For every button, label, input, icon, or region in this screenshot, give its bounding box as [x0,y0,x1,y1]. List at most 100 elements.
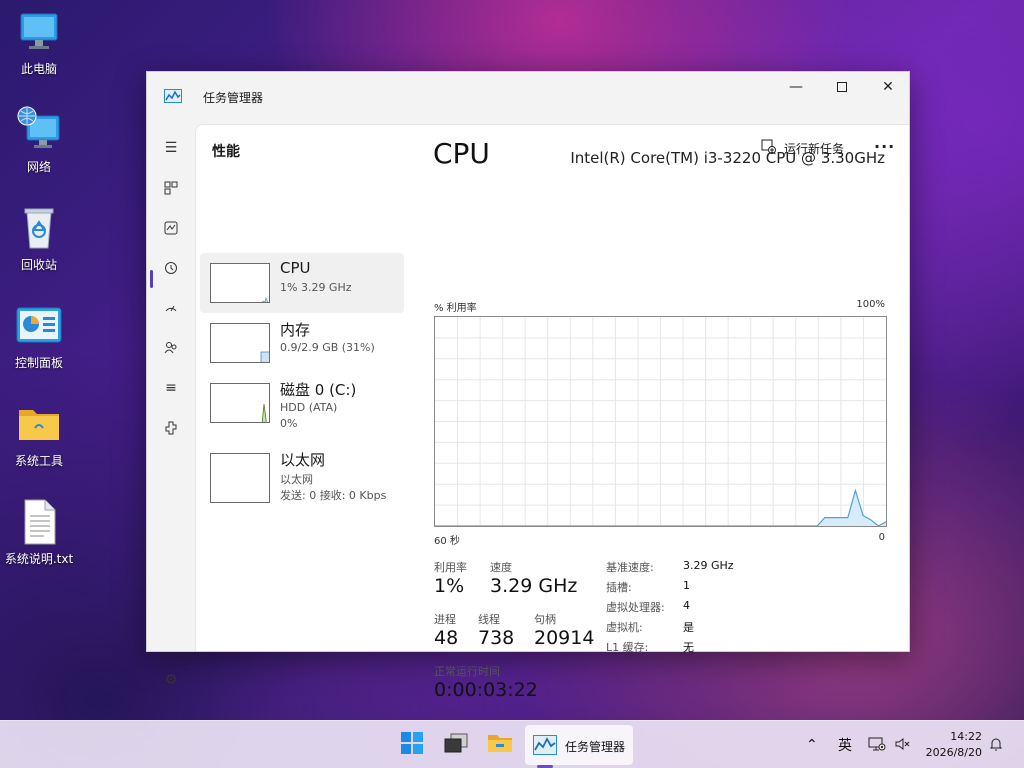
recycle-bin-icon [15,204,63,252]
taskbar-app-label: 任务管理器 [565,740,626,754]
close-button[interactable]: ✕ [865,72,911,102]
desktop-icon-label: 此电脑 [20,62,57,76]
ime-label: 英 [838,738,852,754]
details-icon[interactable]: ≡ [161,378,181,398]
desktop-icon-label: 系统说明.txt [4,552,74,566]
network-disconnected-icon [868,736,886,755]
desktop-icon-label: 系统工具 [14,454,63,468]
resource-name: CPU [280,259,311,277]
control-panel-icon [15,302,63,350]
disk-thumbnail-graph [210,383,270,423]
resource-item-cpu[interactable]: CPU 1% 3.29 GHz [200,253,404,313]
chevron-up-icon: ⌃ [806,737,818,753]
cpu-utilization-graph [434,316,887,527]
resource-detail-2: 发送: 0 接收: 0 Kbps [280,489,387,502]
ethernet-thumbnail-graph [210,453,270,503]
resource-detail-2: 0% [280,417,298,430]
desktop-icon-readme[interactable]: 系统说明.txt [4,498,74,567]
resource-detail: 0.9/2.9 GB (31%) [280,341,375,354]
close-icon: ✕ [882,79,894,95]
folder-icon [15,400,63,448]
file-explorer-button[interactable] [484,725,516,765]
resource-item-ethernet[interactable]: 以太网 以太网 发送: 0 接收: 0 Kbps [200,443,404,503]
memory-thumbnail-graph [210,323,270,363]
resource-name: 磁盘 0 (C:) [280,381,357,399]
network-status-button[interactable] [868,721,886,768]
performance-icon[interactable] [161,218,181,238]
network-icon [15,106,63,154]
resource-detail: 1% 3.29 GHz [280,281,352,294]
performance-page: 性能 运行新任务 ··· CPU 1% 3.29 GHz 内存 0.9/2.9 … [195,124,909,701]
desktop-icon-control-panel[interactable]: 控制面板 [4,302,74,371]
task-view-button[interactable] [440,725,472,765]
processes-label: 进程 [434,613,456,626]
resource-detail: HDD (ATA) [280,401,338,414]
notifications-button[interactable] [988,721,1004,768]
start-button[interactable] [396,725,428,765]
resource-item-memory[interactable]: 内存 0.9/2.9 GB (31%) [200,313,404,373]
detail-heading: CPU [433,137,490,170]
show-hidden-icons-button[interactable]: ⌃ [806,721,818,768]
speed-label: 速度 [490,561,512,574]
spec-value: 是 [683,621,694,634]
settings-icon[interactable]: ⚙ [161,670,181,690]
desktop-icon-label: 网络 [26,160,51,174]
resource-name: 内存 [280,321,311,339]
task-manager-icon [533,735,557,759]
volume-button[interactable] [894,721,912,768]
spec-key: 基准速度: [606,561,654,574]
graph-x-right: 0 [878,532,885,543]
desktop-icon-label: 回收站 [20,258,57,272]
spec-value: 无 [683,641,694,654]
ime-indicator[interactable]: 英 [838,721,852,768]
text-file-icon [15,498,63,546]
desktop-icon-label: 控制面板 [14,356,63,370]
cpu-model-name: Intel(R) Core(TM) i3-3220 CPU @ 3.30GHz [570,149,885,167]
graph-y-max: 100% [856,299,885,310]
spec-value: 3.29 GHz [683,559,734,572]
app-history-icon[interactable] [161,258,181,278]
spec-key: 虚拟机: [606,621,643,634]
nav-rail: ☰ ≡ ⚙ [147,122,195,688]
utilization-label: 利用率 [434,561,467,574]
uptime-value: 0:00:03:22 [434,679,538,701]
nav-active-indicator [150,270,153,288]
task-view-icon [443,732,469,758]
clock-date: 2026/8/20 [925,746,982,759]
maximize-button[interactable] [819,72,865,102]
hamburger-menu-icon[interactable]: ☰ [161,138,181,158]
desktop-icon-system-tools[interactable]: 系统工具 [4,400,74,469]
desktop-icon-recycle-bin[interactable]: 回收站 [4,204,74,273]
desktop-icon-network[interactable]: 网络 [4,106,74,175]
minimize-button[interactable]: — [773,72,819,102]
maximize-icon [837,82,847,92]
services-icon[interactable] [161,418,181,438]
title-bar[interactable]: 任务管理器 — ✕ [147,72,909,122]
spec-key: 虚拟处理器: [606,601,665,614]
taskbar: 任务管理器 ⌃ 英 14:22 2026/8/20 [0,720,1024,768]
clock[interactable]: 14:22 2026/8/20 [918,729,982,761]
uptime-label: 正常运行时间 [434,665,500,678]
startup-apps-icon[interactable] [161,298,181,318]
graph-x-left: 60 秒 [434,536,460,547]
taskbar-task-manager-button[interactable]: 任务管理器 [525,725,633,765]
cpu-graph-canvas [435,317,887,527]
clock-time: 14:22 [950,730,982,743]
minimize-icon: — [789,79,803,95]
utilization-value: 1% [434,575,465,597]
spec-value: 1 [683,579,690,592]
resource-item-disk[interactable]: 磁盘 0 (C:) HDD (ATA) 0% [200,373,404,433]
handles-value: 20914 [534,627,595,649]
resource-detail: 以太网 [280,473,313,486]
speed-value: 3.29 GHz [490,575,578,597]
cpu-thumbnail-graph [210,263,270,303]
folder-icon [487,732,513,758]
computer-icon [15,8,63,56]
processes-icon[interactable] [161,178,181,198]
window-title: 任务管理器 [203,91,264,105]
processes-value: 48 [434,627,459,649]
page-title: 性能 [212,144,240,160]
users-icon[interactable] [161,338,181,358]
task-manager-icon [164,88,182,103]
desktop-icon-this-pc[interactable]: 此电脑 [4,8,74,77]
